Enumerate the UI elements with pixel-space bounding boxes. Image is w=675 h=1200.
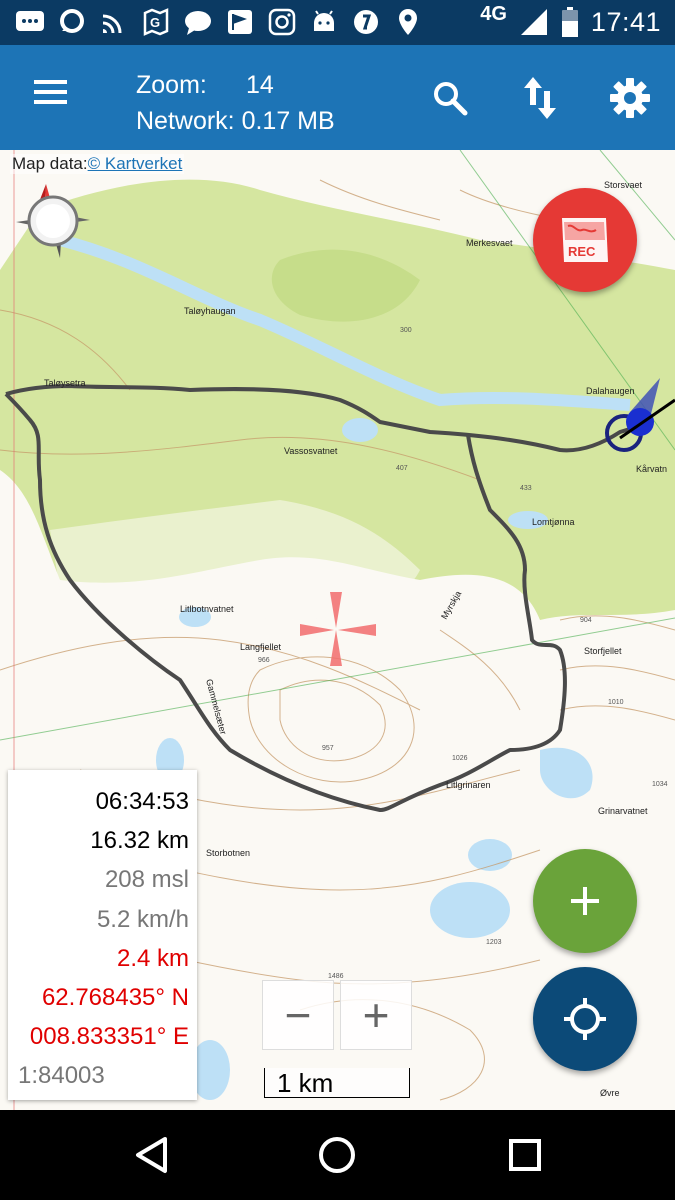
zoom-value: 14 [246,71,274,99]
crosshair-location-icon [564,998,606,1040]
plus-icon: + [362,989,390,1041]
rec-label: REC [568,244,596,259]
elevation-label: 300 [400,327,412,334]
map-label: Kårvatn [636,464,667,474]
map-label: Taløyhaugan [184,306,236,316]
menu-button[interactable] [30,75,78,117]
home-button[interactable] [314,1132,360,1178]
app-bar: Zoom: 14 Network: 0.17 MB [0,45,675,150]
android-icon [308,6,340,38]
record-map-icon: REC [556,214,614,266]
back-button[interactable] [128,1132,174,1178]
elevation-label: 1203 [486,939,502,946]
clock: 17:41 [590,6,661,37]
map-label: Lomtjønna [532,517,575,527]
map-label: Storsvaet [604,180,643,190]
plus-icon [571,887,599,915]
map-label: Grinarvatnet [598,806,648,816]
map-label: Taløysetra [44,378,86,388]
settings-button[interactable] [605,73,655,123]
elevation-label: 1026 [452,755,468,762]
stat-longitude: 008.833351° E [29,1023,189,1050]
settings-gear-icon [610,78,650,118]
stat-distance-to-target: 2.4 km [116,945,189,972]
lake-vassosvatnet [342,418,378,442]
my-location-button[interactable] [533,967,637,1071]
stat-speed: 5.2 km/h [96,906,189,933]
stat-altitude: 208 msl [104,866,189,893]
network-usage: Network: 0.17 MB [136,107,335,135]
scale-bar-label: 1 km [277,1068,334,1098]
chat-icon [182,6,214,38]
zoom-label: Zoom: [136,71,207,99]
recents-square-icon [509,1139,541,1171]
attribution-prefix: Map data: [12,154,88,173]
map-label: Øvre [600,1088,620,1098]
up-down-arrows-button[interactable] [515,73,565,123]
home-circle-icon [319,1137,355,1173]
messages-icon [14,6,46,38]
map-label: Merkesvaet [466,238,513,248]
battery-icon [561,7,578,37]
signal-icon [520,9,547,35]
search-icon [434,82,468,116]
map-label: Myrskja [439,589,463,621]
map-label: Gammelsæter [204,678,228,736]
network-type: 4G [480,2,507,25]
elevation-label: 1486 [328,973,344,980]
pokemon-icon [350,6,382,38]
map-label: Litlbotnvatnet [180,604,234,614]
map-label: Litlgrinaren [446,780,491,790]
map-label: Storfjellet [584,646,622,656]
location-icon [392,6,424,38]
elevation-label: 433 [520,485,532,492]
record-button[interactable]: REC [533,188,637,292]
zoom-in-button[interactable]: + [340,980,412,1050]
stat-scale: 1:84003 [18,1062,105,1089]
elevation-label: 1010 [608,699,624,706]
system-nav-bar [0,1110,675,1200]
map-attribution: Map data:© Kartverket [10,154,185,174]
elevation-label: 957 [322,745,334,752]
stat-time: 06:34:53 [95,788,189,815]
menu-icon [34,80,67,104]
compass-icon [16,184,90,258]
map-info: Zoom: 14 Network: 0.17 MB [136,67,335,139]
map-label: Langfjellet [240,642,282,652]
lake-grinarvatnet [540,747,593,799]
wifi-call-icon [98,6,130,38]
back-triangle-icon [136,1137,167,1173]
trip-stats-panel[interactable]: 06:34:53 16.32 km 208 msl 5.2 km/h 2.4 k… [8,770,197,1100]
attribution-link[interactable]: © Kartverket [88,154,183,173]
elevation-label: 1034 [652,781,668,788]
add-waypoint-button[interactable] [533,849,637,953]
minus-icon: − [284,989,312,1041]
elevation-label: 904 [580,617,592,624]
scale-bar: 1 km [264,1068,410,1098]
lake-south [430,882,510,938]
zoom-out-button[interactable]: − [262,980,334,1050]
elevation-label: 407 [396,465,408,472]
up-down-arrows-icon [524,77,556,119]
compass-button[interactable] [14,182,92,260]
map-label: Dalahaugen [586,386,635,396]
instagram-icon [266,6,298,38]
svg-text:G: G [150,15,160,30]
maps-icon: G [140,6,172,38]
chat-bubble-icon [56,6,88,38]
stat-latitude: 62.768435° N [41,984,189,1011]
stat-distance: 16.32 km [90,827,189,854]
search-button[interactable] [425,73,475,123]
map-label: Vassosvatnet [284,446,338,456]
recents-button[interactable] [502,1132,548,1178]
flag-icon [224,6,256,38]
map-label: Storbotnen [206,848,250,858]
elevation-label: 966 [258,657,270,664]
status-bar: G 4G 17:41 [0,0,675,45]
